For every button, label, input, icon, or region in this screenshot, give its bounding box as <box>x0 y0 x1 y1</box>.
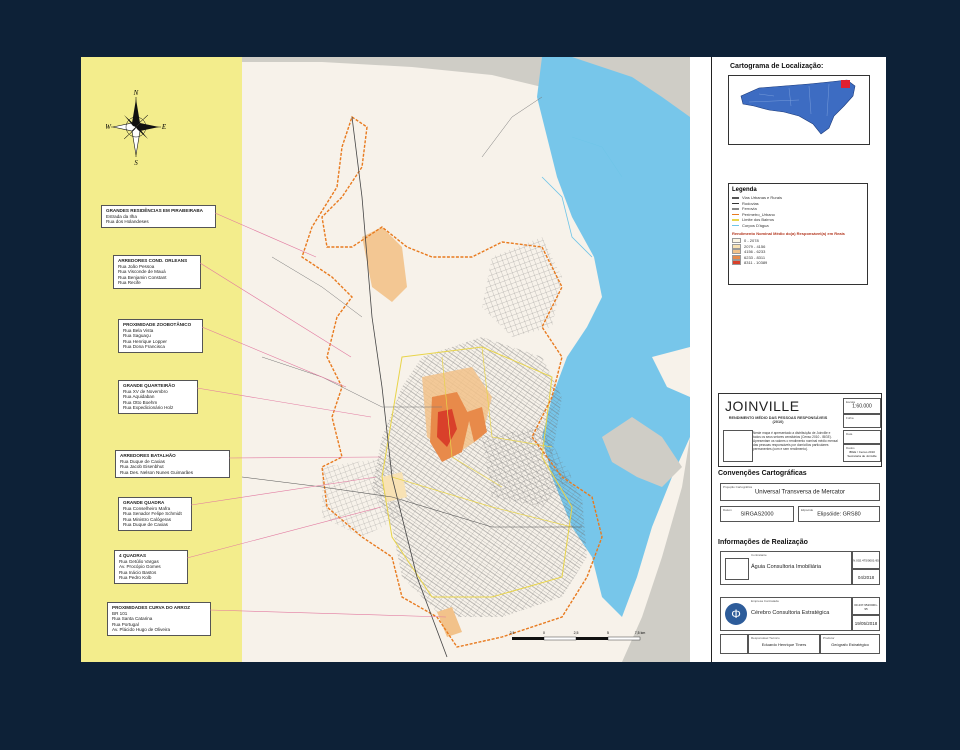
date-cell: Data <box>843 430 881 444</box>
info-panel: Cartograma de Localização: Legenda Vias … <box>711 57 886 662</box>
svg-text:2,5: 2,5 <box>510 631 515 635</box>
location-title: Cartograma de Localização: <box>730 63 824 70</box>
scale-bar: 2,5 0 2,5 5 7,5 km <box>510 631 646 641</box>
location-cartogram <box>728 75 870 145</box>
company-date-cell: 19/05/2018 <box>852 615 880 631</box>
callout-street: Rua Recife <box>118 280 141 286</box>
income-swatch <box>732 249 741 255</box>
page-cell: Folha <box>843 414 881 428</box>
legend-box: Legenda Vias Urbanas e Rurais Rodovias Fer… <box>728 183 868 285</box>
svg-text:E: E <box>161 123 166 131</box>
map-sheet: N S E W GRANDES RESIDÊNCIAS EM PIRABEIRA… <box>81 57 886 662</box>
svg-text:N: N <box>133 89 139 97</box>
svg-text:5: 5 <box>607 631 609 635</box>
callout-sidebar: N S E W GRANDES RESIDÊNCIAS EM PIRABEIRA… <box>81 57 242 662</box>
legend-swatch <box>732 197 739 199</box>
blank-cell <box>720 634 748 654</box>
income-swatch <box>732 260 741 266</box>
callout-box: ARREDORES COND. ORLEANS Rua João Pessoa Ru… <box>113 255 201 289</box>
info-title: Informações de Realização <box>718 539 808 546</box>
callout-street: Rua Pedro Kolb <box>119 575 152 581</box>
callout-box: GRANDE QUADRA Rua Conselheiro Mafra Rua Se… <box>118 497 192 531</box>
callout-street: Rua Senador Felipe Schmidt <box>123 511 182 517</box>
compass-rose-icon: N S E W <box>106 89 166 167</box>
callout-box: 4 QUADRAS Rua Getúlio Vargas Av. Procópio … <box>114 550 188 584</box>
svg-text:2,5: 2,5 <box>574 631 579 635</box>
callout-street: Rua Des. Nelson Nunes Guimarães <box>120 469 194 475</box>
description-label-cell <box>723 430 753 462</box>
contractor-cell: Contratante Águia Consultoria Imobiliári… <box>720 551 852 585</box>
legend-swatch <box>732 213 739 215</box>
callout-box: GRANDES RESIDÊNCIAS EM PIRABEIRABA Estrad… <box>101 205 216 228</box>
contractor-logo <box>725 558 749 580</box>
callout-street: Av. Plácido Hugo de Oliveira <box>112 627 171 633</box>
svg-text:0: 0 <box>543 631 545 635</box>
callout-box: PROXIMIDADES CURVA DO ARROZ BR 101 Rua San… <box>107 602 211 636</box>
company-logo-icon: Φ <box>725 603 747 625</box>
svg-text:7,5 km: 7,5 km <box>635 631 646 635</box>
callout-title: GRANDES RESIDÊNCIAS EM PIRABEIRABA <box>106 208 203 213</box>
callout-box: GRANDE QUARTEIRÃO Rua XV de Novembro Rua A… <box>118 380 198 414</box>
map-description: Neste mapa é apresentado a distribuição … <box>753 431 838 451</box>
map-canvas: 2,5 0 2,5 5 7,5 km <box>242 57 690 662</box>
svg-text:S: S <box>134 159 138 167</box>
income-swatch <box>732 254 741 260</box>
data-source-cell: Dados IBGE / Censo 2010 Secretaria de Jo… <box>843 444 881 462</box>
datum-cell: Datum SIRGAS2000 <box>720 506 794 522</box>
city-map[interactable]: 2,5 0 2,5 5 7,5 km <box>242 57 690 662</box>
income-class: 8311 - 10389 <box>732 260 864 266</box>
tech-cell: Responsável Técnico Eduardo Henrique Tin… <box>748 634 820 654</box>
legend-swatch <box>732 202 739 204</box>
income-swatch <box>732 238 741 244</box>
income-title: Rendimento Nominal Médio do(a) Responsáv… <box>732 231 845 236</box>
callout-street: Rua Dona Francisca <box>123 344 165 350</box>
map-title: JOINVILLE <box>725 398 800 414</box>
callout-street: Rua Expedicionário Holz <box>123 405 174 411</box>
contract-date-cell: 04/2018 <box>852 569 880 585</box>
legend-label: Corpos D'água <box>742 222 769 228</box>
title-block: JOINVILLE RENDIMENTO MÉDIO DAS PESSOAS R… <box>718 393 882 467</box>
income-swatch <box>732 243 741 249</box>
producer-cell: Produtor Geógrafo Estratégico <box>820 634 880 654</box>
callout-box: PROXIMIDADE ZOOBOTÂNICO Rua Bela Vista Rua… <box>118 319 203 353</box>
scale-cell: Escala 1:60.000 <box>843 398 881 414</box>
legend-item: Corpos D'água <box>732 223 864 229</box>
company-cell: Φ Empresa Contratada Cérebro Consultoria… <box>720 597 852 631</box>
callout-title: ARREDORES COND. ORLEANS <box>118 258 188 263</box>
callout-box: ARREDORES BATALHÃO Rua Duque de Caxias Rua… <box>115 450 230 479</box>
income-label: 8311 - 10389 <box>744 260 768 265</box>
callout-street: Rua Duque de Caxias <box>123 522 168 528</box>
legend-title: Legenda <box>732 187 757 193</box>
legend-swatch <box>732 224 739 226</box>
contractor-code-cell: N.002.475/0001-95 <box>852 551 880 569</box>
conventions-title: Convenções Cartográficas <box>718 470 807 477</box>
map-subtitle: RENDIMENTO MÉDIO DAS PESSOAS RESPONSÁVEI… <box>728 416 828 424</box>
callout-title: PROXIMIDADE ZOOBOTÂNICO <box>123 322 192 327</box>
projection-cell: Projeção Cartográfica Universal Transver… <box>720 483 880 501</box>
callout-street: Rua dos Holandeses <box>106 219 149 225</box>
legend-swatch <box>732 208 739 210</box>
company-code-cell: 00.437.952/0001-95 <box>852 597 880 615</box>
legend-swatch <box>732 219 739 221</box>
ellipsoid-cell: Elipsóide Elipsóide: GRS80 <box>798 506 880 522</box>
